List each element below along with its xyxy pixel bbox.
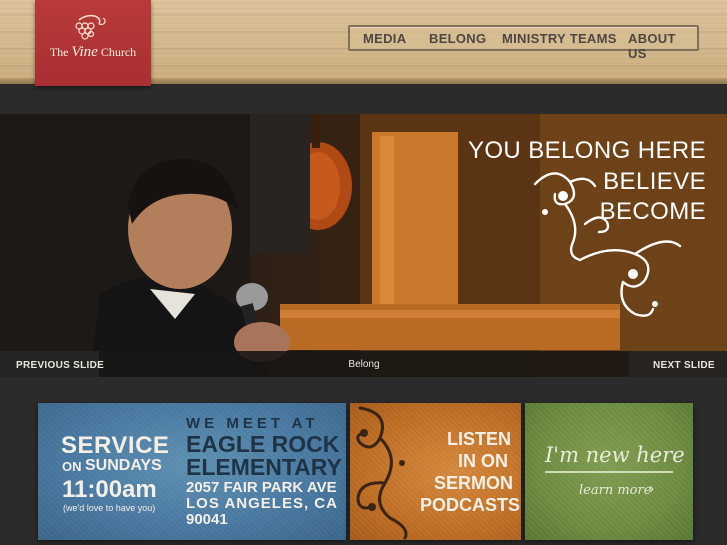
- service-venue-line2: ELEMENTARY: [186, 454, 342, 480]
- hero-tagline-1: YOU BELONG HERE: [467, 137, 706, 164]
- flourish-ornament-icon: [533, 172, 682, 317]
- service-heading: SERVICE: [61, 432, 170, 459]
- service-zip: 90041: [186, 511, 228, 528]
- service-info-panel[interactable]: SERVICE ON SUNDAYS 11:00am (we'd love to…: [38, 403, 346, 540]
- new-here-title: I'm new here: [545, 443, 685, 467]
- podcast-line-3: SERMON: [434, 473, 514, 493]
- service-note: (we'd love to have you): [63, 503, 156, 513]
- new-here-underline: [545, 471, 673, 473]
- nav-item-belong[interactable]: BELONG: [429, 31, 486, 46]
- slide-caption: Belong: [348, 359, 380, 370]
- chevron-right-icon: ›: [649, 480, 654, 497]
- sermon-podcasts-panel[interactable]: LISTEN IN ON SERMON PODCASTS: [350, 403, 521, 540]
- service-on: ON: [62, 459, 82, 474]
- service-we-meet-at: WE MEET AT: [186, 415, 319, 432]
- service-address-line2: LOS ANGELES, CA: [186, 495, 338, 512]
- service-sundays: SUNDAYS: [85, 457, 162, 474]
- new-here-panel[interactable]: I'm new here learn more ›: [525, 403, 693, 540]
- podcast-line-2: IN ON: [458, 451, 509, 471]
- nav-item-media[interactable]: MEDIA: [363, 31, 406, 46]
- service-time: 11:00am: [62, 476, 157, 503]
- flourish-ornament-icon: [356, 406, 408, 540]
- site-name-suffix: Church: [100, 45, 137, 59]
- learn-more-link[interactable]: learn more: [579, 483, 651, 498]
- next-slide-button[interactable]: NEXT SLIDE: [653, 360, 715, 372]
- site-name: The Vine Church: [35, 44, 151, 61]
- site-name-script: Vine: [71, 44, 98, 60]
- prev-slide-button[interactable]: PREVIOUS SLIDE: [16, 360, 104, 372]
- service-address-line1: 2057 FAIR PARK AVE: [186, 479, 337, 496]
- grape-vine-icon: [75, 14, 106, 40]
- hero-slider: YOU BELONG HERE BELIEVE BECOME PREVIOUS …: [0, 114, 727, 377]
- podcast-line-1: LISTEN: [447, 429, 512, 449]
- site-name-prefix: The: [49, 45, 69, 59]
- nav-item-ministry-teams[interactable]: MINISTRY TEAMS: [502, 31, 617, 46]
- site-logo[interactable]: The Vine Church: [35, 0, 151, 86]
- podcast-line-4: PODCASTS: [420, 495, 521, 515]
- nav-item-about-us[interactable]: ABOUT US: [628, 31, 697, 61]
- main-nav: MEDIA BELONG MINISTRY TEAMS ABOUT US: [348, 25, 699, 61]
